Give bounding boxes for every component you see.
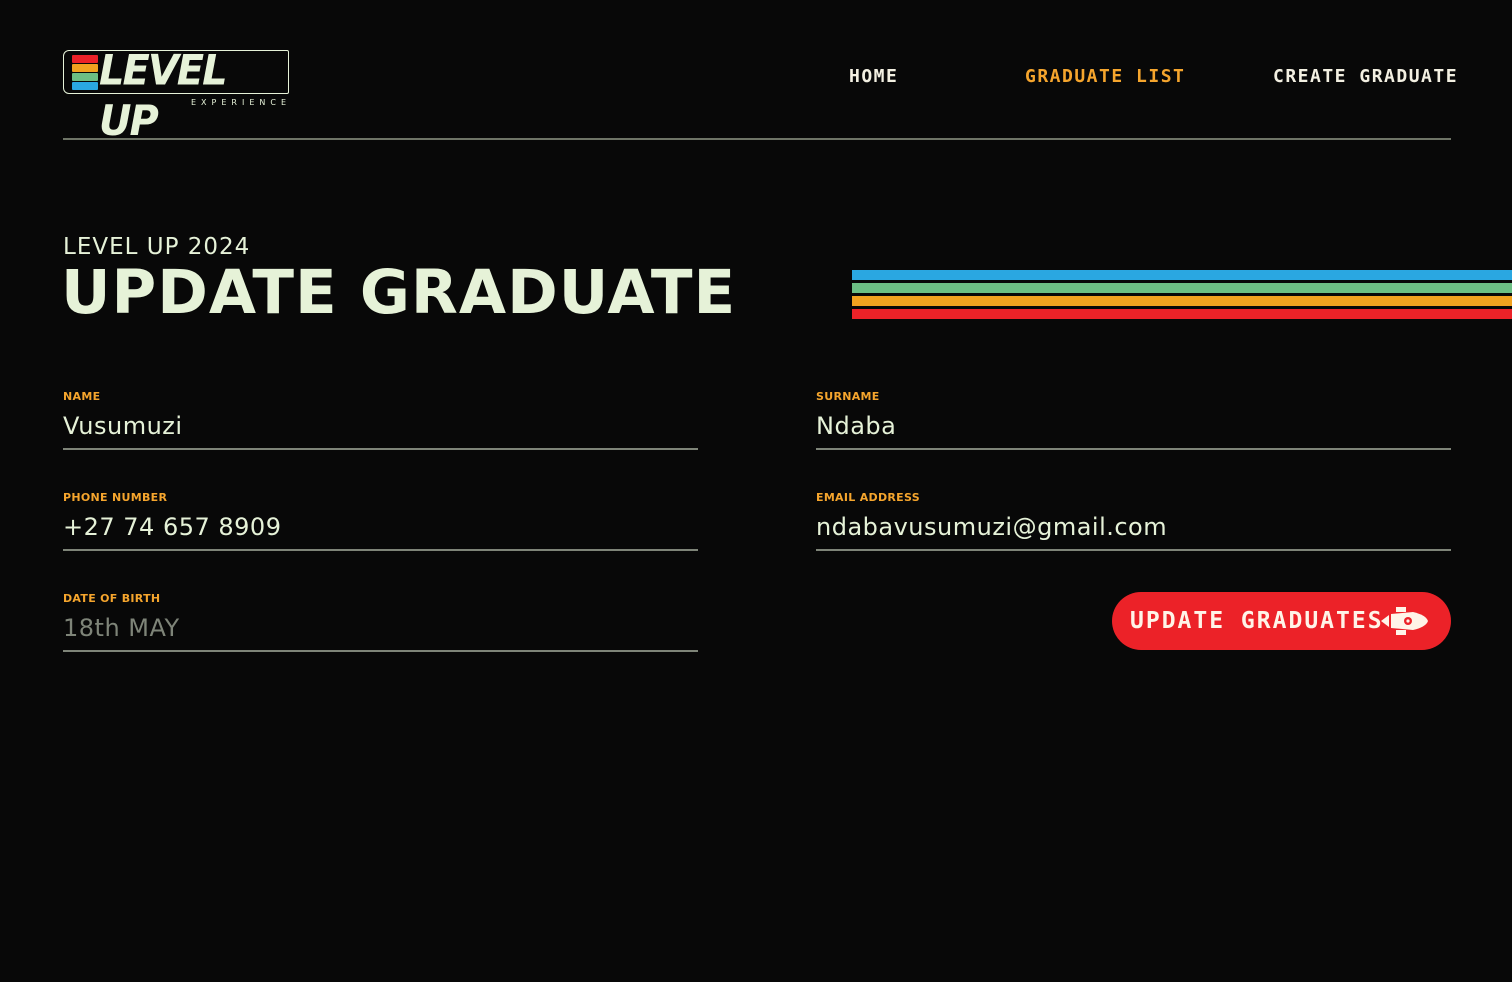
email-field-group: EMAIL ADDRESS (816, 491, 1451, 551)
name-underline (63, 448, 698, 450)
stripe-orange (852, 296, 1512, 306)
name-input[interactable] (63, 410, 698, 442)
phone-field-group: PHONE NUMBER (63, 491, 698, 551)
name-label: NAME (63, 390, 101, 403)
email-input[interactable] (816, 511, 1451, 543)
nav-create-graduate[interactable]: CREATE GRADUATE (1273, 66, 1458, 87)
main-nav: HOME GRADUATE LIST CREATE GRADUATE (849, 66, 1457, 88)
stripe-blue (852, 270, 1512, 280)
email-underline (816, 549, 1451, 551)
decorative-stripes (852, 270, 1512, 322)
surname-underline (816, 448, 1451, 450)
surname-input[interactable] (816, 410, 1451, 442)
logo-wordmark: LEVEL UP (99, 46, 228, 146)
phone-underline (63, 549, 698, 551)
nav-graduate-list[interactable]: GRADUATE LIST (1025, 66, 1185, 87)
dob-input[interactable]: 18th MAY (63, 612, 698, 644)
nav-home[interactable]: HOME (849, 66, 898, 87)
surname-field-group: SURNAME (816, 390, 1451, 450)
email-label: EMAIL ADDRESS (816, 491, 920, 504)
surname-label: SURNAME (816, 390, 880, 403)
header-divider (63, 138, 1451, 140)
update-graduates-label: UPDATE GRADUATES (1130, 608, 1384, 634)
dob-label: DATE OF BIRTH (63, 592, 161, 605)
level-up-logo[interactable]: LEVEL UP EXPERIENCE (63, 47, 291, 145)
phone-label: PHONE NUMBER (63, 491, 168, 504)
logo-stripes-icon (72, 55, 98, 91)
dob-field-group: DATE OF BIRTH 18th MAY (63, 592, 698, 652)
stripe-green (852, 283, 1512, 293)
rocket-icon (1381, 607, 1428, 635)
name-field-group: NAME (63, 390, 698, 450)
page: LEVEL UP EXPERIENCE HOME GRADUATE LIST C… (0, 0, 1512, 982)
logo-subtext: EXPERIENCE (190, 98, 291, 107)
stripe-red (852, 309, 1512, 319)
update-graduates-button[interactable]: UPDATE GRADUATES (1112, 592, 1451, 650)
dob-underline (63, 650, 698, 652)
phone-input[interactable] (63, 511, 698, 543)
page-title: UPDATE GRADUATE (61, 257, 737, 328)
